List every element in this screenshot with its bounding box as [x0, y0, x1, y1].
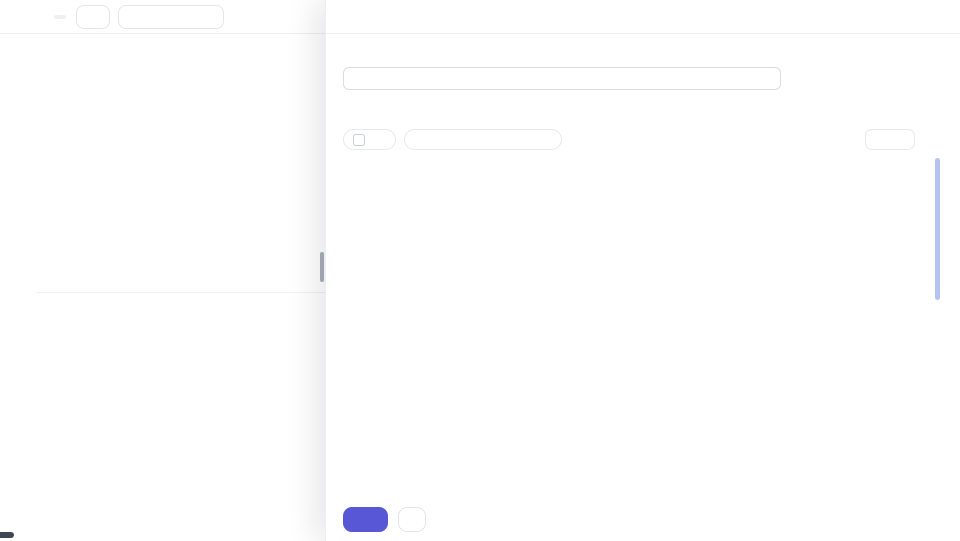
runs-content: [36, 34, 325, 541]
top-search-input[interactable]: [118, 5, 224, 29]
select-all-icon[interactable]: [46, 42, 59, 55]
modal-header: [326, 0, 960, 34]
search-icon: [125, 11, 136, 22]
select-dropdown[interactable]: [343, 129, 396, 150]
funnel-icon: [87, 11, 99, 23]
app-screen: [0, 0, 960, 541]
runs-trend-chart: [58, 86, 358, 286]
run-title-input[interactable]: [343, 67, 781, 90]
tests-search-input[interactable]: [404, 129, 562, 150]
close-icon[interactable]: [928, 9, 944, 25]
modal-footer: [343, 507, 426, 532]
arrow-down-icon[interactable]: [927, 133, 940, 146]
sidebar-rail: [0, 34, 36, 541]
mouse-cursor: [574, 119, 586, 133]
cancel-button[interactable]: [398, 507, 426, 532]
runs-count-badge: [54, 15, 66, 19]
tests-scrollbar-thumb[interactable]: [935, 158, 940, 300]
section-divider: [36, 292, 325, 293]
top-bar: [0, 0, 325, 34]
runs-page-panel: [0, 0, 325, 541]
search-icon: [413, 134, 424, 145]
filter-button[interactable]: [76, 5, 110, 29]
advanced-relaunch-modal: [325, 0, 960, 541]
chevron-down-icon: [377, 135, 386, 144]
relaunch-button[interactable]: [343, 507, 388, 532]
runs-tabs: [46, 42, 59, 55]
sort-dropdown[interactable]: [865, 129, 915, 150]
status-url-bar: [0, 532, 14, 538]
left-scrollbar-thumb[interactable]: [320, 252, 324, 282]
list-toolbar: [343, 129, 940, 150]
play-circle-icon: [356, 513, 369, 526]
chevron-down-icon: [896, 135, 905, 144]
clear-search-icon[interactable]: [144, 12, 154, 22]
breadcrumb: [36, 15, 66, 19]
sort-arrows-icon: [875, 134, 886, 145]
select-all-checkbox[interactable]: [353, 134, 365, 146]
